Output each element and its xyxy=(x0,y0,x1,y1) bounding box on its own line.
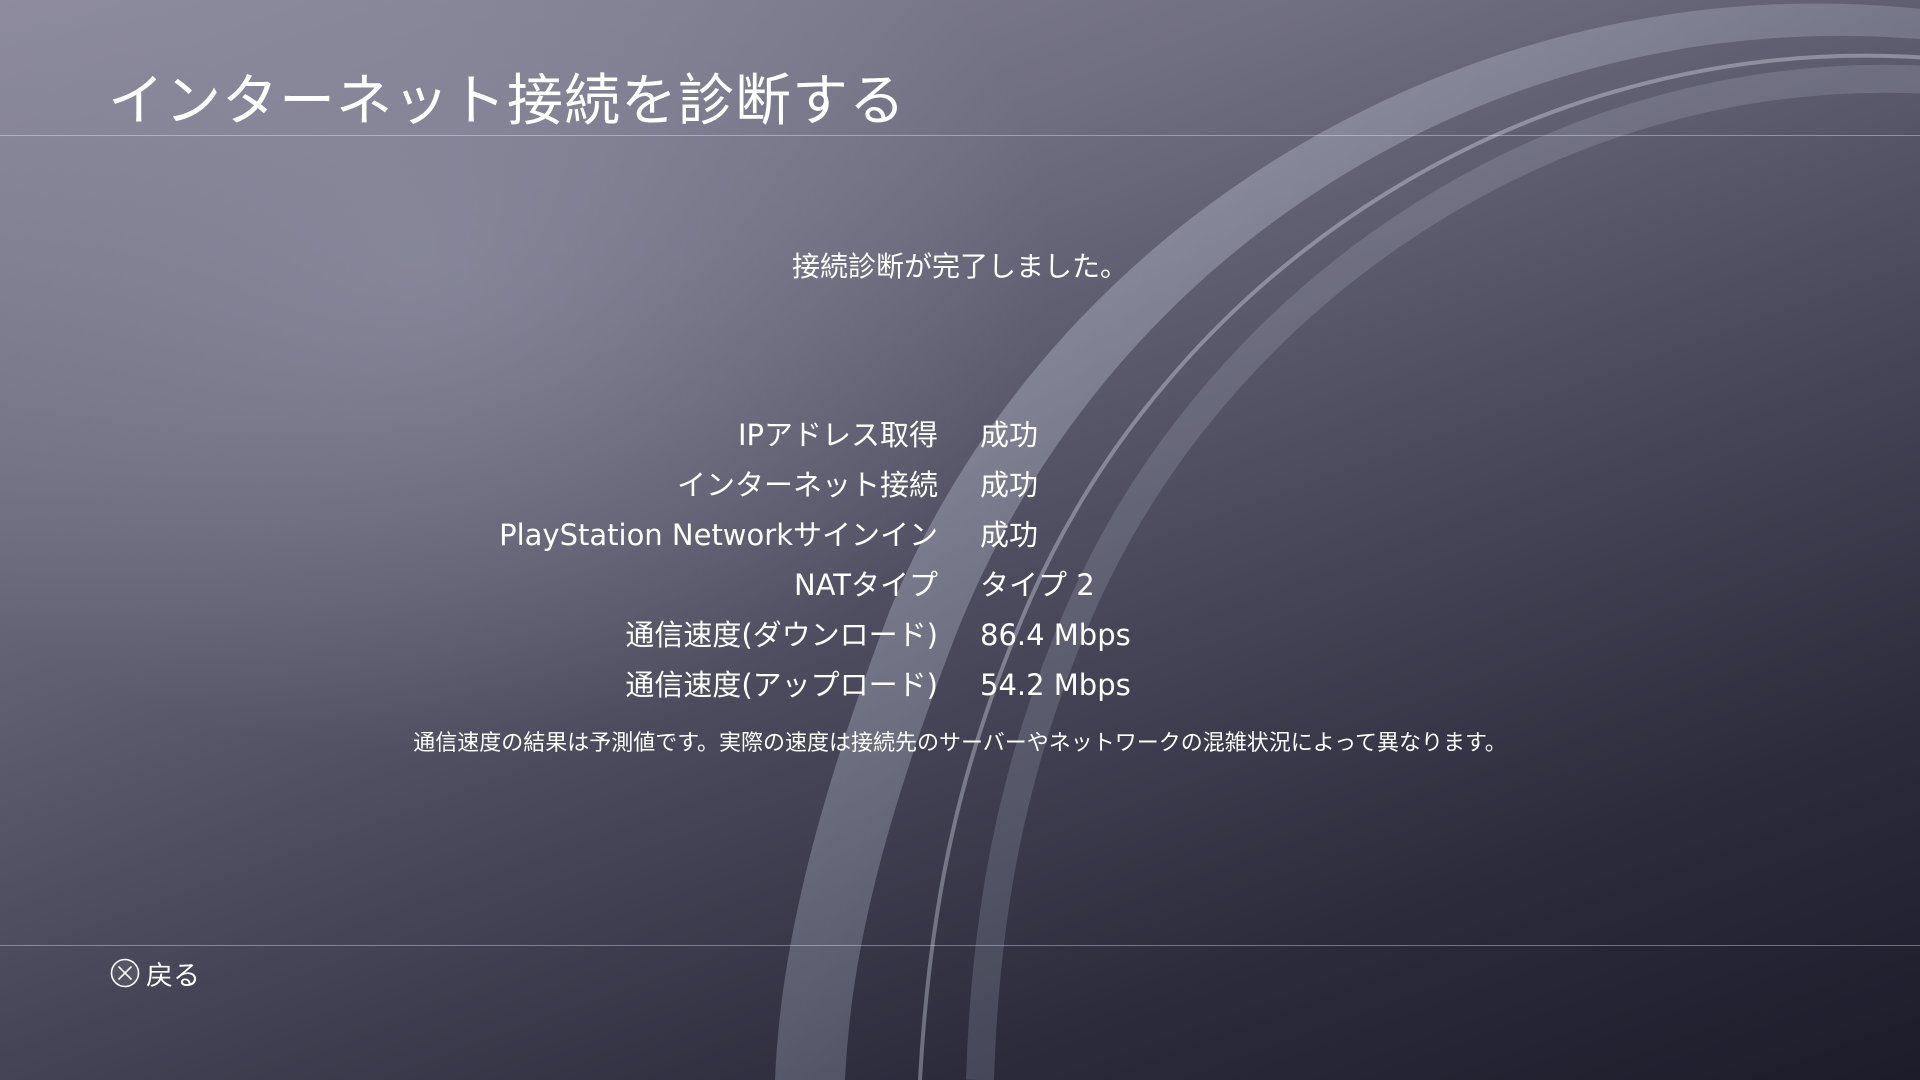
speed-disclaimer: 通信速度の結果は予測値です。実際の速度は接続先のサーバーやネットワークの混雑状況… xyxy=(413,731,1507,756)
result-label: NATタイプ xyxy=(794,568,938,602)
result-label: 通信速度(ダウンロード) xyxy=(625,618,938,652)
result-value: タイプ 2 xyxy=(980,568,1095,602)
footer-divider xyxy=(0,945,1920,946)
status-message: 接続診断が完了しました。 xyxy=(791,250,1128,283)
back-label: 戻る xyxy=(146,960,200,992)
result-row-psn-signin: PlayStation Networkサインイン 成功 xyxy=(0,510,1920,560)
result-label: 通信速度(アップロード) xyxy=(625,668,938,702)
result-row-nat-type: NATタイプ タイプ 2 xyxy=(0,560,1920,610)
result-value: 成功 xyxy=(980,468,1039,502)
result-value: 成功 xyxy=(980,518,1039,552)
header-divider xyxy=(0,135,1920,136)
result-label: IPアドレス取得 xyxy=(737,418,938,452)
cross-button-icon xyxy=(110,958,140,988)
result-row-ip-address: IPアドレス取得 成功 xyxy=(0,410,1920,460)
results-list: IPアドレス取得 成功 インターネット接続 成功 PlayStation Net… xyxy=(0,410,1920,710)
page-title: インターネット接続を診断する xyxy=(108,69,906,134)
result-label: PlayStation Networkサインイン xyxy=(499,518,938,552)
result-row-download-speed: 通信速度(ダウンロード) 86.4 Mbps xyxy=(0,610,1920,660)
back-button[interactable]: 戻る xyxy=(110,955,200,992)
result-value: 成功 xyxy=(980,418,1039,452)
result-row-upload-speed: 通信速度(アップロード) 54.2 Mbps xyxy=(0,660,1920,710)
result-row-internet-connection: インターネット接続 成功 xyxy=(0,460,1920,510)
result-value: 86.4 Mbps xyxy=(980,618,1131,652)
result-label: インターネット接続 xyxy=(676,468,938,502)
result-value: 54.2 Mbps xyxy=(980,668,1131,702)
